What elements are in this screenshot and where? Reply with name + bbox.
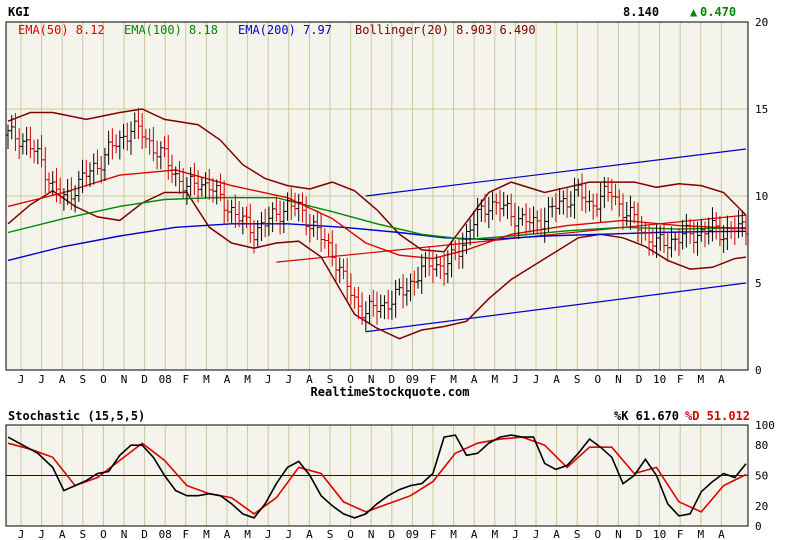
x-tick-label: S [79,373,86,386]
x-tick-label: A [718,528,725,540]
legend-ema50: EMA(50) 8.12 [18,23,105,37]
y-tick-label: 50 [755,470,768,483]
x-tick-label: N [121,373,128,386]
x-tick-label: J [512,373,519,386]
x-tick-label: J [18,373,25,386]
x-tick-label: A [224,528,231,540]
x-tick-label: A [471,373,478,386]
stock-chart: J J A S O N D 08 F M A M J J A S O N D 09 F M A M J J A S O N D 10 F M A 0… [0,0,800,540]
x-tick-label: F [430,528,437,540]
stochastic-d-value: %D 51.012 [685,409,750,423]
x-tick-label: O [100,528,107,540]
y-tick-label: 80 [755,439,768,452]
x-tick-label: M [697,373,704,386]
x-tick-label: F [182,528,189,540]
x-tick-label: F [677,528,684,540]
x-tick-label: A [718,373,725,386]
x-tick-label: S [327,528,334,540]
x-tick-label: M [491,373,498,386]
x-tick-label: A [59,528,66,540]
x-tick-label: A [553,373,560,386]
x-tick-label: J [265,528,272,540]
x-tick-label: N [368,528,375,540]
stochastic-k-value: %K 61.670 [614,409,679,423]
x-tick-label: S [574,373,581,386]
x-tick-label: J [533,373,540,386]
y-tick-label: 10 [755,190,768,203]
x-tick-label: 08 [159,373,172,386]
x-tick-label: J [265,373,272,386]
x-tick-label: S [79,528,86,540]
change-up-icon: ▲ [690,5,698,19]
x-tick-label: D [636,373,643,386]
x-tick-label: O [594,373,601,386]
legend-ema200: EMA(200) 7.97 [238,23,332,37]
x-tick-label: J [533,528,540,540]
y-tick-label: 0 [755,520,762,533]
x-tick-label: O [594,528,601,540]
x-tick-label: D [388,528,395,540]
x-tick-label: O [347,528,354,540]
x-tick-label: J [285,528,292,540]
x-tick-label: D [141,528,148,540]
x-tick-label: J [285,373,292,386]
x-tick-label: 10 [653,528,666,540]
x-tick-label: N [615,528,622,540]
x-tick-label: J [38,373,45,386]
x-tick-label: A [224,373,231,386]
x-tick-label: J [18,528,25,540]
x-tick-label: M [491,528,498,540]
x-tick-label: F [677,373,684,386]
x-tick-label: M [203,528,210,540]
symbol-label: KGI [8,5,30,19]
x-tick-label: F [182,373,189,386]
x-tick-label: M [203,373,210,386]
x-tick-label: O [100,373,107,386]
x-tick-label: A [471,528,478,540]
y-tick-label: 0 [755,364,762,377]
x-tick-label: M [244,373,251,386]
x-tick-label: S [574,528,581,540]
x-tick-label: A [59,373,66,386]
legend-ema100: EMA(100) 8.18 [124,23,218,37]
x-tick-label: 09 [406,528,419,540]
x-tick-label: A [553,528,560,540]
price-change: 0.470 [700,5,736,19]
x-tick-label: 08 [159,528,172,540]
x-tick-label: D [141,373,148,386]
legend-bollinger: Bollinger(20) 8.903 6.490 [355,23,536,37]
x-tick-label: M [450,528,457,540]
y-tick-label: 15 [755,103,768,116]
watermark: RealtimeStockquote.com [311,385,470,399]
x-tick-label: J [38,528,45,540]
y-tick-label: 100 [755,419,775,432]
x-tick-label: J [512,528,519,540]
stochastic-x-axis-labels: J J A S O N D 08 F M A M J J A S O N D 09 F M A M J J A S O N D 10 F M A [18,528,725,540]
x-tick-label: D [636,528,643,540]
x-tick-label: N [615,373,622,386]
last-price: 8.140 [623,5,659,19]
x-tick-label: A [306,528,313,540]
stochastic-title: Stochastic (15,5,5) [8,409,145,423]
y-tick-label: 5 [755,277,762,290]
x-tick-label: 10 [653,373,666,386]
y-tick-label: 20 [755,16,768,29]
y-tick-label: 20 [755,500,768,513]
x-tick-label: M [697,528,704,540]
x-tick-label: M [244,528,251,540]
x-tick-label: N [121,528,128,540]
